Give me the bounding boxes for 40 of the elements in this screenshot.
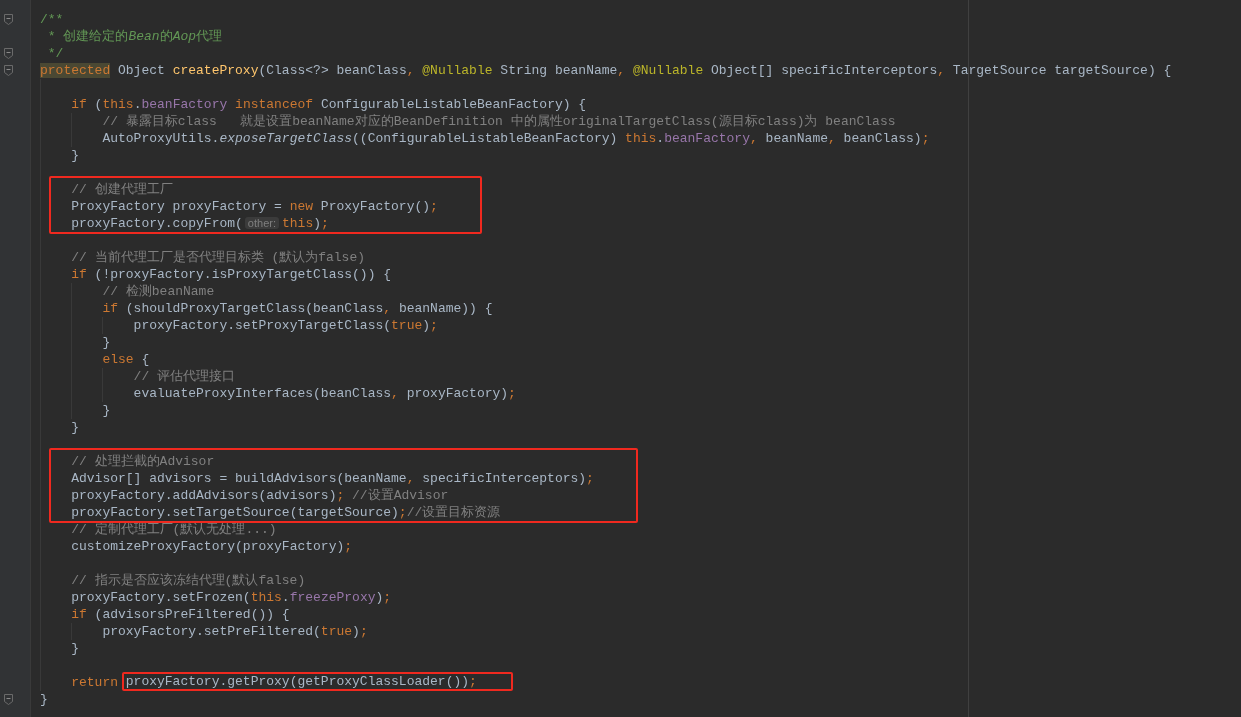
code-line: // 当前代理工厂是否代理目标类 (默认为false) xyxy=(71,249,366,266)
code-line: proxyFactory.setTargetSource(targetSource);//设置目标资源 xyxy=(71,504,501,521)
code-line: proxyFactory.setProxyTargetClass(true); xyxy=(133,317,438,334)
code-line: proxyFactory.setFrozen(this.freezeProxy); xyxy=(71,589,392,606)
fold-icon[interactable] xyxy=(4,694,13,705)
code-line: evaluateProxyInterfaces(beanClass, proxyFactory); xyxy=(133,385,516,402)
code-line: } xyxy=(40,691,48,708)
code-line: } xyxy=(102,402,111,419)
code-line: if (advisorsPreFiltered()) { xyxy=(71,606,290,623)
code-line: } xyxy=(102,334,111,351)
code-line: else { xyxy=(102,351,150,368)
code-line: protected Object createProxy(Class<?> beanClass, @Nullable String beanName, @Nullable Object[] specificInterceptors, TargetSource targetSource) { xyxy=(40,62,1172,79)
code-line: ProxyFactory proxyFactory = new ProxyFactory(); xyxy=(71,198,438,215)
code-line: // 定制代理工厂(默认无处理...) xyxy=(71,521,277,538)
code-line: proxyFactory.copyFrom( other: this); xyxy=(71,215,329,232)
code-line: Advisor[] advisors = buildAdvisors(beanName, specificInterceptors); xyxy=(71,470,594,487)
fold-icon[interactable] xyxy=(4,65,13,76)
code-line: // 检测beanName xyxy=(102,283,215,300)
code-line: // 暴露目标class 就是设置beanName对应的BeanDefinition 中的属性originalTargetClass(源目标class)为 beanClass xyxy=(102,113,896,130)
code-line: AutoProxyUtils.exposeTargetClass((ConfigurableListableBeanFactory) this.beanFactory, beanName, beanClass); xyxy=(102,130,930,147)
fold-icon[interactable] xyxy=(4,48,13,59)
code-line: if (!proxyFactory.isProxyTargetClass()) { xyxy=(71,266,392,283)
code-line: // 创建代理工厂 xyxy=(71,181,173,198)
fold-icon[interactable] xyxy=(4,14,13,25)
code-line: /** xyxy=(40,11,64,28)
code-line: * 创建给定的Bean的Aop代理 xyxy=(46,28,223,45)
code-line: return xyxy=(71,674,119,691)
code-line: // 评估代理接口 xyxy=(133,368,235,385)
code-line: // 指示是否应该冻结代理(默认false) xyxy=(71,572,306,589)
code-line: } xyxy=(71,147,79,164)
highlighted-code: proxyFactory.getProxy(getProxyClassLoader()); xyxy=(121,672,513,691)
code-line: if (this.beanFactory instanceof ConfigurableListableBeanFactory) { xyxy=(71,96,587,113)
code-line: proxyFactory.addAdvisors(advisors); //设置Advisor xyxy=(71,487,449,504)
code-line: proxyFactory.setPreFiltered(true); xyxy=(102,623,368,640)
code-line: if (shouldProxyTargetClass(beanClass, beanName)) { xyxy=(102,300,493,317)
code-line: */ xyxy=(46,45,64,62)
code-line: } xyxy=(71,419,79,436)
code-line: } xyxy=(71,640,79,657)
code-line: // 处理拦截的Advisor xyxy=(71,453,215,470)
code-line: customizeProxyFactory(proxyFactory); xyxy=(71,538,353,555)
